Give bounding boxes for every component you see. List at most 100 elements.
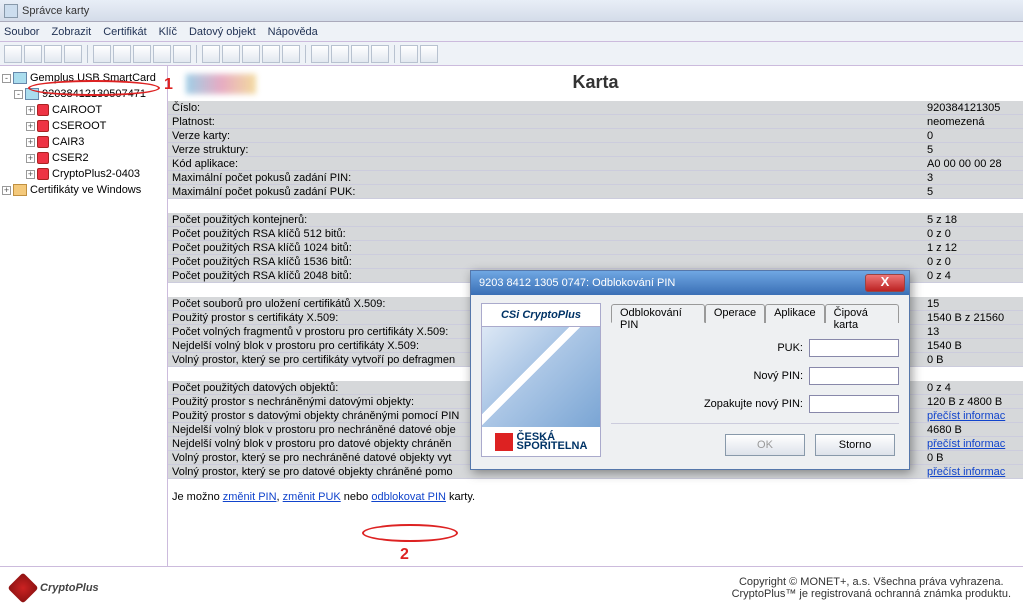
toolbar-button[interactable] (311, 45, 329, 63)
tree-expand-icon[interactable]: + (26, 154, 35, 163)
toolbar-button[interactable] (371, 45, 389, 63)
input-new-pin[interactable] (809, 367, 899, 385)
toolbar-button[interactable] (222, 45, 240, 63)
property-key: Verze karty: (168, 129, 923, 142)
read-info-link[interactable]: přečíst informac (927, 466, 1005, 478)
toolbar-button[interactable] (282, 45, 300, 63)
property-value: 1 z 12 (923, 241, 1023, 254)
input-puk[interactable] (809, 339, 899, 357)
annotation-number-1: 1 (164, 76, 173, 94)
property-row: Verze karty:0 (168, 129, 1023, 143)
logo-decoration (186, 74, 256, 94)
tree-expand-icon[interactable]: + (26, 106, 35, 115)
tree-node-cert[interactable]: +CAIR3 (2, 134, 165, 150)
tree-panel: -Gemplus USB SmartCard -9203841213050747… (0, 66, 168, 584)
footer-trademark: CryptoPlus™ je registrovaná ochranná zná… (732, 588, 1011, 600)
cancel-button[interactable]: Storno (815, 434, 895, 456)
toolbar (0, 42, 1023, 66)
menu-napoveda[interactable]: Nápověda (268, 26, 318, 38)
tree-node-cert[interactable]: +CSEROOT (2, 118, 165, 134)
toolbar-button[interactable] (400, 45, 418, 63)
property-value: 0 B (923, 353, 1023, 366)
tree-node-cert[interactable]: +CAIROOT (2, 102, 165, 118)
property-value: 0 z 4 (923, 269, 1023, 282)
ceska-sporitelna-logo: ČESKÁSPOŘITELNA (481, 427, 601, 457)
tab-odblokovani-pin[interactable]: Odblokování PIN (611, 304, 705, 323)
tab-cipova-karta[interactable]: Čipová karta (825, 304, 899, 323)
property-value: neomezená (923, 115, 1023, 128)
tab-aplikace[interactable]: Aplikace (765, 304, 825, 323)
dialog-art (481, 327, 601, 427)
property-key: Verze struktury: (168, 143, 923, 156)
property-value: 0 z 0 (923, 255, 1023, 268)
ok-button[interactable]: OK (725, 434, 805, 456)
tree-node-cert[interactable]: +CSER2 (2, 150, 165, 166)
property-key: Maximální počet pokusů zadání PUK: (168, 185, 923, 198)
annotation-circle-1 (28, 80, 160, 96)
toolbar-button[interactable] (262, 45, 280, 63)
tree-label: CryptoPlus2-0403 (52, 168, 140, 180)
tree-collapse-icon[interactable]: - (2, 74, 11, 83)
menu-soubor[interactable]: Soubor (4, 26, 39, 38)
toolbar-button[interactable] (44, 45, 62, 63)
tab-operace[interactable]: Operace (705, 304, 765, 323)
property-value[interactable]: přečíst informac (923, 409, 1023, 422)
tree-expand-icon[interactable]: + (26, 170, 35, 179)
property-value: 0 z 4 (923, 381, 1023, 394)
property-value: A0 00 00 00 28 (923, 157, 1023, 170)
property-value: 0 z 0 (923, 227, 1023, 240)
link-zmenit-pin[interactable]: změnit PIN (223, 491, 277, 503)
tree-expand-icon[interactable]: + (26, 122, 35, 131)
tree-expand-icon[interactable]: + (2, 186, 11, 195)
toolbar-button[interactable] (420, 45, 438, 63)
read-info-link[interactable]: přečíst informac (927, 438, 1005, 450)
property-value: 5 (923, 143, 1023, 156)
toolbar-button[interactable] (331, 45, 349, 63)
dialog-close-button[interactable]: X (865, 274, 905, 292)
menu-zobrazit[interactable]: Zobrazit (51, 26, 91, 38)
toolbar-button[interactable] (24, 45, 42, 63)
toolbar-button[interactable] (113, 45, 131, 63)
toolbar-button[interactable] (133, 45, 151, 63)
window-titlebar: Správce karty (0, 0, 1023, 22)
toolbar-button[interactable] (64, 45, 82, 63)
toolbar-button[interactable] (173, 45, 191, 63)
tree-expand-icon[interactable]: + (26, 138, 35, 147)
tree-label: Certifikáty ve Windows (30, 184, 141, 196)
property-value: 5 z 18 (923, 213, 1023, 226)
toolbar-button[interactable] (351, 45, 369, 63)
property-value[interactable]: přečíst informac (923, 437, 1023, 450)
property-value: 3 (923, 171, 1023, 184)
property-row: Počet použitých RSA klíčů 1536 bitů:0 z … (168, 255, 1023, 269)
property-key: Kód aplikace: (168, 157, 923, 170)
menu-datovy-objekt[interactable]: Datový objekt (189, 26, 256, 38)
toolbar-button[interactable] (4, 45, 22, 63)
property-value: 13 (923, 325, 1023, 338)
toolbar-separator (196, 45, 197, 63)
link-zmenit-puk[interactable]: změnit PUK (283, 491, 341, 503)
tree-node-cert[interactable]: + CryptoPlus2-0403 (2, 166, 165, 182)
folder-icon (13, 184, 27, 196)
property-value: 0 (923, 129, 1023, 142)
dialog-titlebar[interactable]: 9203 8412 1305 0747: Odblokování PIN X (471, 271, 909, 295)
annotation-number-2: 2 (400, 546, 409, 564)
property-value: 1540 B (923, 339, 1023, 352)
toolbar-button[interactable] (202, 45, 220, 63)
toolbar-button[interactable] (242, 45, 260, 63)
toolbar-button[interactable] (153, 45, 171, 63)
toolbar-button[interactable] (93, 45, 111, 63)
tree-node-windows-certs[interactable]: + Certifikáty ve Windows (2, 182, 165, 198)
property-value: 0 B (923, 451, 1023, 464)
action-links-sentence: Je možno změnit PIN, změnit PUK nebo odb… (168, 479, 1023, 515)
property-value[interactable]: přečíst informac (923, 465, 1023, 478)
toolbar-separator (87, 45, 88, 63)
menu-certifikat[interactable]: Certifikát (103, 26, 146, 38)
cs-logo-icon (495, 433, 513, 451)
link-odblokovat-pin[interactable]: odblokovat PIN (371, 491, 446, 503)
read-info-link[interactable]: přečíst informac (927, 410, 1005, 422)
toolbar-separator (394, 45, 395, 63)
tree-collapse-icon[interactable]: - (14, 90, 23, 99)
cert-icon (37, 152, 49, 164)
menu-klic[interactable]: Klíč (159, 26, 177, 38)
input-repeat-pin[interactable] (809, 395, 899, 413)
